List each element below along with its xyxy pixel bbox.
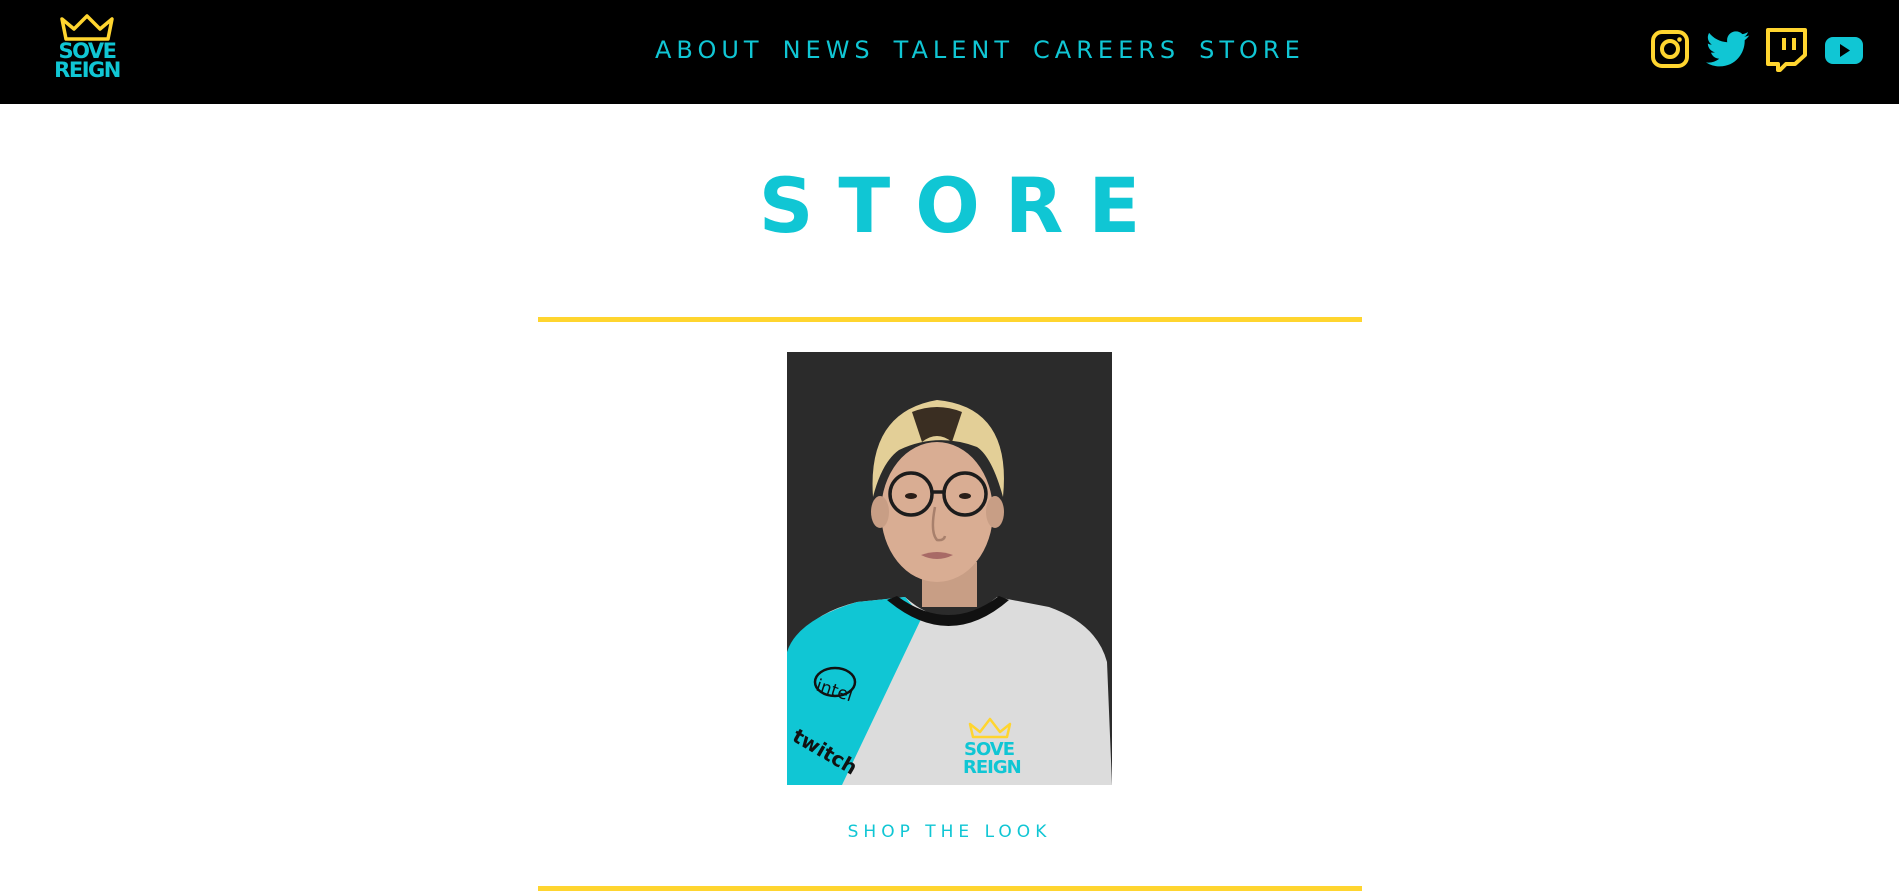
crown-icon (60, 14, 114, 41)
main-nav: ABOUT NEWS TALENT CAREERS STORE (655, 32, 1305, 68)
twitter-link[interactable] (1705, 27, 1751, 73)
logo-wordmark: SOVE REIGN (50, 41, 124, 82)
twitch-link[interactable] (1764, 27, 1808, 73)
nav-careers[interactable]: CAREERS (1033, 32, 1180, 68)
shop-the-look-link[interactable]: SHOP THE LOOK (0, 820, 1899, 844)
nav-store[interactable]: STORE (1199, 32, 1305, 68)
player-jersey-image: intel twitch SOVE REIGN (787, 352, 1112, 785)
brand-logo[interactable]: SOVE REIGN (50, 13, 124, 87)
nav-news[interactable]: NEWS (783, 32, 875, 68)
page-title: STORE (758, 161, 1166, 250)
instagram-link[interactable] (1650, 27, 1690, 73)
twitch-icon (1766, 28, 1807, 72)
nav-about[interactable]: ABOUT (655, 32, 764, 68)
top-divider (538, 317, 1362, 322)
twitter-icon (1706, 31, 1750, 67)
jersey-logo-line-2: REIGN (963, 757, 1021, 778)
bottom-divider (538, 886, 1362, 891)
youtube-link[interactable] (1824, 27, 1864, 73)
product-photo[interactable]: intel twitch SOVE REIGN (787, 352, 1112, 785)
youtube-icon (1825, 37, 1863, 64)
instagram-icon (1651, 30, 1689, 68)
nav-talent[interactable]: TALENT (894, 32, 1014, 68)
top-header: SOVE REIGN ABOUT NEWS TALENT CAREERS STO… (0, 0, 1899, 104)
logo-line-2: REIGN (54, 58, 121, 82)
